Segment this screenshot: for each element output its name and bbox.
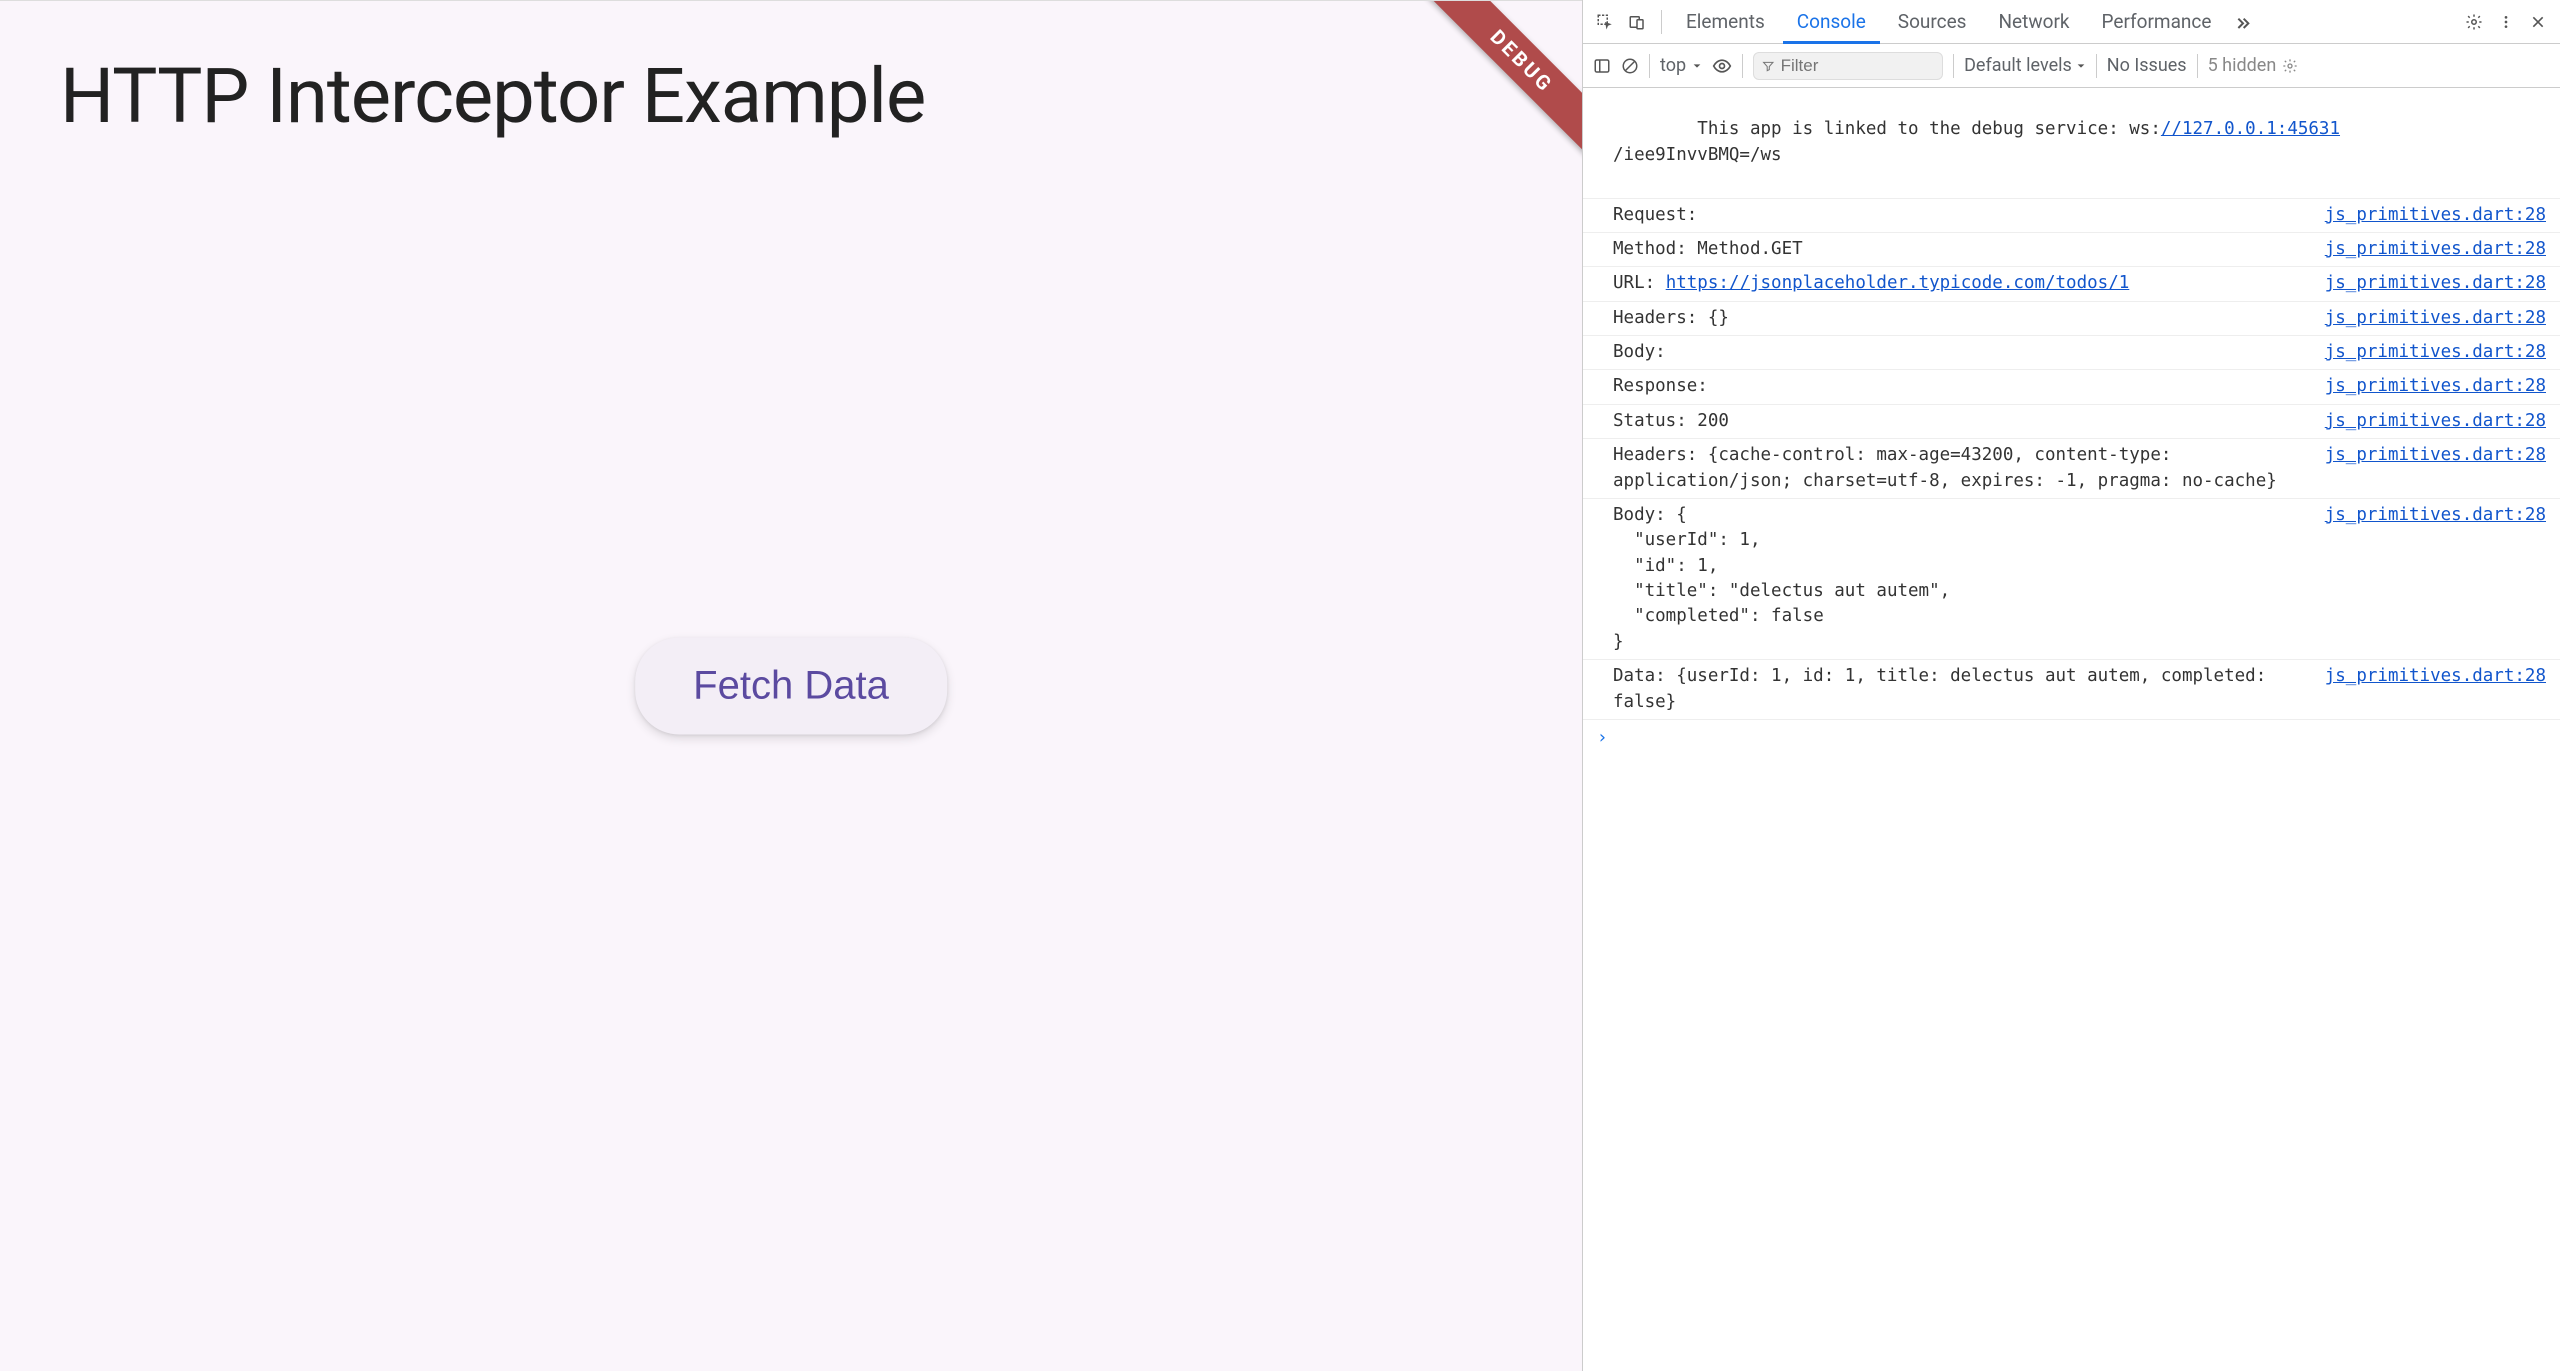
- console-row: Body: js_primitives.dart:28: [1583, 336, 2560, 370]
- tab-sources[interactable]: Sources: [1884, 0, 1981, 44]
- console-source: js_primitives.dart:28: [2325, 664, 2546, 715]
- chevron-down-icon: [2076, 61, 2086, 71]
- console-source: js_primitives.dart:28: [2325, 271, 2546, 296]
- debug-ribbon: DEBUG: [1416, 0, 1582, 167]
- filter-input[interactable]: [1781, 56, 1935, 76]
- console-prompt[interactable]: ›: [1583, 720, 2560, 757]
- tab-elements[interactable]: Elements: [1672, 0, 1779, 44]
- console-row: URL: https://jsonplaceholder.typicode.co…: [1583, 267, 2560, 301]
- console-row: Method: Method.GET js_primitives.dart:28: [1583, 233, 2560, 267]
- devtools-tabbar: Elements Console Sources Network Perform…: [1583, 0, 2560, 44]
- console-source: js_primitives.dart:28: [2325, 203, 2546, 228]
- toggle-sidebar-icon[interactable]: [1593, 57, 1611, 75]
- console-message: Data: {userId: 1, id: 1, title: delectus…: [1613, 664, 2305, 715]
- source-link[interactable]: js_primitives.dart:28: [2325, 411, 2546, 431]
- hidden-label: 5 hidden: [2208, 55, 2277, 76]
- console-source: js_primitives.dart:28: [2325, 340, 2546, 365]
- page-title: HTTP Interceptor Example: [60, 51, 925, 141]
- console-source: js_primitives.dart:28: [2325, 374, 2546, 399]
- devtools-panel: Elements Console Sources Network Perform…: [1582, 0, 2560, 1371]
- source-link[interactable]: js_primitives.dart:28: [2325, 445, 2546, 465]
- console-row: Data: {userId: 1, id: 1, title: delectus…: [1583, 660, 2560, 720]
- fetch-data-button[interactable]: Fetch Data: [635, 638, 947, 735]
- more-tabs-icon[interactable]: [2229, 8, 2257, 36]
- inspect-element-icon[interactable]: [1591, 8, 1619, 36]
- console-message: Response:: [1613, 374, 2305, 399]
- console-message: This app is linked to the debug service:…: [1613, 92, 2546, 194]
- tab-performance[interactable]: Performance: [2088, 0, 2226, 44]
- console-message: Status: 200: [1613, 409, 2305, 434]
- console-source: js_primitives.dart:28: [2325, 503, 2546, 655]
- issues-label[interactable]: No Issues: [2107, 55, 2187, 76]
- console-message: URL: https://jsonplaceholder.typicode.co…: [1613, 271, 2305, 296]
- debug-service-link[interactable]: //127.0.0.1:45631: [2161, 119, 2340, 139]
- source-link[interactable]: js_primitives.dart:28: [2325, 205, 2546, 225]
- console-message: Headers: {}: [1613, 306, 2305, 331]
- levels-label: Default levels: [1964, 55, 2072, 76]
- console-row: Status: 200 js_primitives.dart:28: [1583, 405, 2560, 439]
- gear-icon: [2282, 58, 2298, 74]
- chevron-down-icon: [1692, 61, 1702, 71]
- console-source: js_primitives.dart:28: [2325, 443, 2546, 494]
- source-link[interactable]: js_primitives.dart:28: [2325, 376, 2546, 396]
- device-toolbar-icon[interactable]: [1623, 8, 1651, 36]
- console-row: Request: js_primitives.dart:28: [1583, 199, 2560, 233]
- console-message: Body:: [1613, 340, 2305, 365]
- console-row: Body: { "userId": 1, "id": 1, "title": "…: [1583, 499, 2560, 660]
- console-output[interactable]: This app is linked to the debug service:…: [1583, 88, 2560, 1371]
- console-source: js_primitives.dart:28: [2325, 237, 2546, 262]
- context-label: top: [1660, 55, 1686, 76]
- live-expression-icon[interactable]: [1712, 56, 1732, 76]
- console-message: Body: { "userId": 1, "id": 1, "title": "…: [1613, 503, 2305, 655]
- console-source: js_primitives.dart:28: [2325, 306, 2546, 331]
- close-devtools-icon[interactable]: [2524, 8, 2552, 36]
- source-link[interactable]: js_primitives.dart:28: [2325, 308, 2546, 328]
- hidden-messages[interactable]: 5 hidden: [2208, 55, 2299, 76]
- console-row: Headers: {} js_primitives.dart:28: [1583, 302, 2560, 336]
- app-pane: HTTP Interceptor Example Fetch Data DEBU…: [0, 0, 1582, 1371]
- source-link[interactable]: js_primitives.dart:28: [2325, 273, 2546, 293]
- filter-box[interactable]: [1753, 52, 1943, 80]
- clear-console-icon[interactable]: [1621, 57, 1639, 75]
- filter-icon: [1762, 59, 1775, 73]
- console-source: js_primitives.dart:28: [2325, 409, 2546, 434]
- console-row: This app is linked to the debug service:…: [1583, 88, 2560, 199]
- console-message: Headers: {cache-control: max-age=43200, …: [1613, 443, 2305, 494]
- console-link[interactable]: https://jsonplaceholder.typicode.com/tod…: [1666, 273, 2130, 293]
- settings-icon[interactable]: [2460, 8, 2488, 36]
- console-message: Method: Method.GET: [1613, 237, 2305, 262]
- console-row: Response: js_primitives.dart:28: [1583, 370, 2560, 404]
- source-link[interactable]: js_primitives.dart:28: [2325, 342, 2546, 362]
- kebab-menu-icon[interactable]: [2492, 8, 2520, 36]
- console-toolbar: top Default levels No Issues 5 hidden: [1583, 44, 2560, 88]
- source-link[interactable]: js_primitives.dart:28: [2325, 239, 2546, 259]
- console-message: Request:: [1613, 203, 2305, 228]
- source-link[interactable]: js_primitives.dart:28: [2325, 505, 2546, 525]
- log-levels-selector[interactable]: Default levels: [1964, 55, 2086, 76]
- console-row: Headers: {cache-control: max-age=43200, …: [1583, 439, 2560, 499]
- execution-context-selector[interactable]: top: [1660, 55, 1702, 76]
- tab-console[interactable]: Console: [1783, 0, 1880, 44]
- tab-network[interactable]: Network: [1984, 0, 2083, 44]
- source-link[interactable]: js_primitives.dart:28: [2325, 666, 2546, 686]
